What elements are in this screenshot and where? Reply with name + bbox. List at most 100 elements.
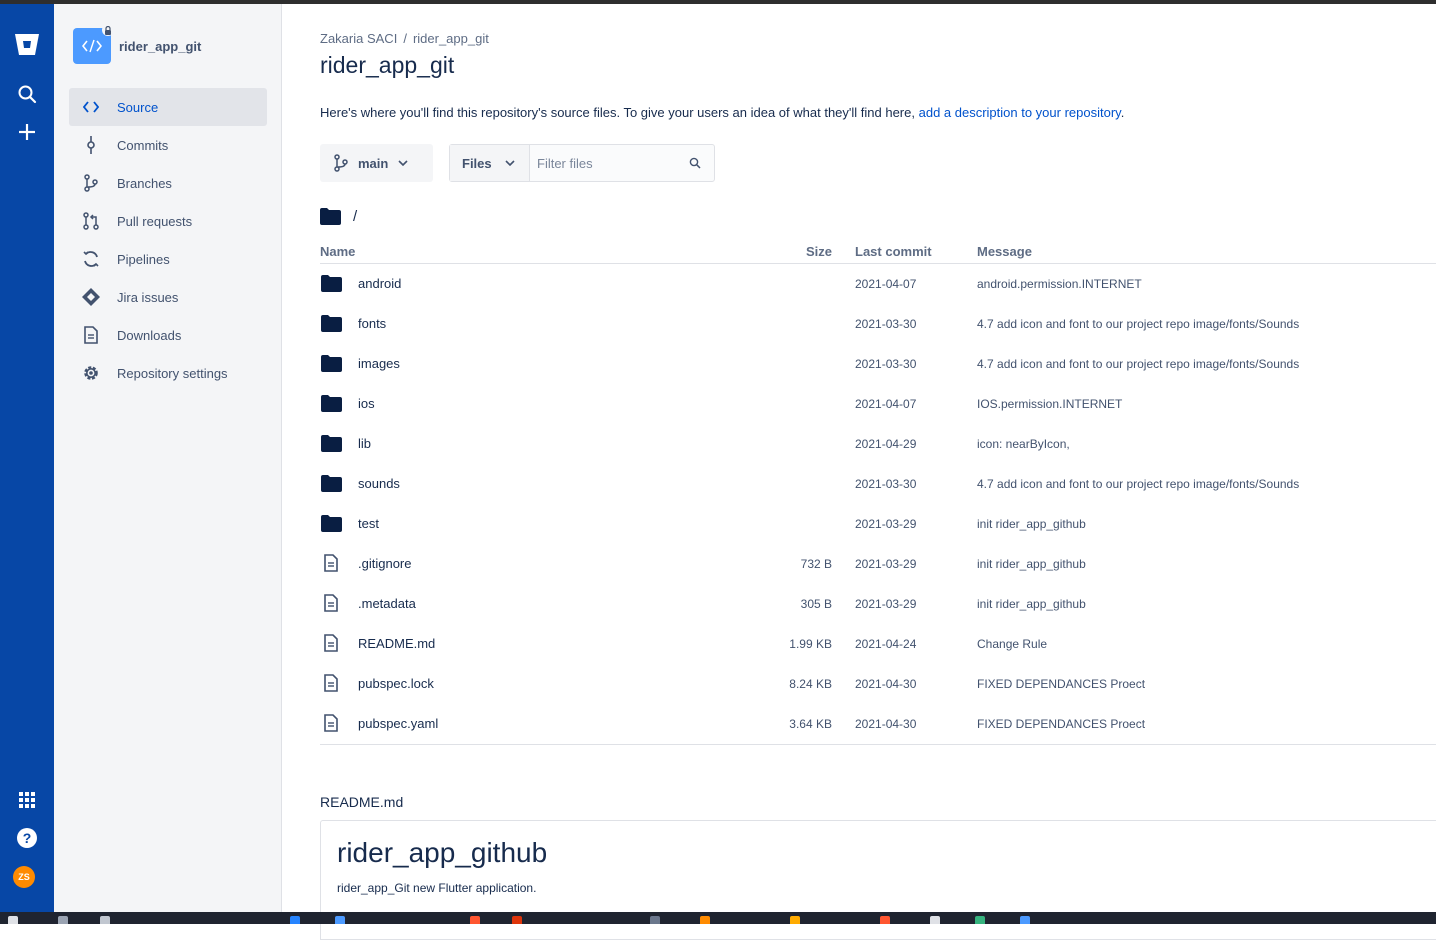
- sidebar-item-commits[interactable]: Commits: [69, 126, 267, 164]
- file-icon: [320, 593, 342, 613]
- help-icon[interactable]: ?: [11, 822, 43, 854]
- repo-name: rider_app_git: [119, 38, 202, 54]
- app-icon[interactable]: [700, 916, 710, 924]
- lock-icon: [102, 24, 114, 36]
- sidebar-item-repository-settings[interactable]: Repository settings: [69, 354, 267, 392]
- sidebar-item-label: Downloads: [117, 327, 182, 343]
- file-name-link[interactable]: lib: [358, 436, 371, 451]
- commit-message: init rider_app_github: [977, 557, 1086, 571]
- code-icon: [82, 98, 100, 116]
- sidebar-item-downloads[interactable]: Downloads: [69, 316, 267, 354]
- branch-icon: [334, 154, 348, 172]
- breadcrumb: Zakaria SACI / rider_app_git: [320, 31, 489, 46]
- table-row[interactable]: pubspec.yaml 3.64 KB 2021-04-30 FIXED DEPEN…: [320, 704, 1436, 744]
- file-name-link[interactable]: .metadata: [358, 596, 416, 611]
- file-name-link[interactable]: README.md: [358, 636, 435, 651]
- readme-heading: rider_app_github: [337, 837, 548, 868]
- branch-icon: [82, 174, 100, 192]
- table-row[interactable]: .gitignore 732 B 2021-03-29 init rider_app_…: [320, 544, 1436, 584]
- avatar[interactable]: ZS: [13, 866, 35, 888]
- breadcrumb-owner[interactable]: Zakaria SACI: [320, 31, 397, 46]
- sidebar-item-source[interactable]: Source: [69, 88, 267, 126]
- search-icon[interactable]: [11, 78, 43, 110]
- add-description-link[interactable]: add a description to your repository: [919, 105, 1121, 120]
- commit-message: 4.7 add icon and font to our project rep…: [977, 477, 1300, 491]
- column-size[interactable]: Size: [806, 244, 832, 259]
- column-last-commit[interactable]: Last commit: [855, 244, 932, 259]
- file-size: 1.99 KB: [789, 637, 832, 651]
- file-table: Name Size Last commit Message android 202…: [320, 240, 1436, 745]
- file-name-link[interactable]: pubspec.yaml: [358, 716, 438, 731]
- app-icon[interactable]: [790, 916, 800, 924]
- search-icon[interactable]: [689, 157, 701, 169]
- file-name-link[interactable]: pubspec.lock: [358, 676, 434, 691]
- file-name-link[interactable]: images: [358, 356, 400, 371]
- app-icon[interactable]: [975, 916, 985, 924]
- folder-icon: [320, 433, 342, 453]
- task-view-icon[interactable]: [100, 916, 110, 924]
- sidebar-item-pipelines[interactable]: Pipelines: [69, 240, 267, 278]
- filter-files-input[interactable]: [537, 155, 687, 171]
- last-commit-date: 2021-03-29: [855, 557, 917, 571]
- app-icon[interactable]: [290, 916, 300, 924]
- commit-message: icon: nearByIcon,: [977, 437, 1070, 451]
- jira-icon: [82, 288, 100, 306]
- files-type-select[interactable]: Files: [450, 145, 530, 181]
- gear-icon: [82, 364, 100, 382]
- file-size: 3.64 KB: [789, 717, 832, 731]
- table-row[interactable]: sounds 2021-03-30 4.7 add icon and font to…: [320, 464, 1436, 504]
- sidebar-item-branches[interactable]: Branches: [69, 164, 267, 202]
- commit-message: FIXED DEPENDANCES Proect: [977, 677, 1146, 691]
- column-message[interactable]: Message: [977, 244, 1032, 259]
- path-text: /: [353, 208, 358, 225]
- last-commit-date: 2021-04-29: [855, 437, 917, 451]
- last-commit-date: 2021-04-07: [855, 277, 917, 291]
- windows-icon[interactable]: [8, 916, 18, 924]
- search-icon[interactable]: [58, 916, 68, 924]
- app-icon[interactable]: [650, 916, 660, 924]
- table-row[interactable]: images 2021-03-30 4.7 add icon and font to…: [320, 344, 1436, 384]
- folder-icon: [320, 393, 342, 413]
- table-row[interactable]: README.md 1.99 KB 2021-04-24 Change Rule: [320, 624, 1436, 664]
- last-commit-date: 2021-03-29: [855, 597, 917, 611]
- column-name[interactable]: Name: [320, 244, 355, 259]
- app-icon[interactable]: [512, 916, 522, 924]
- breadcrumb-repo[interactable]: rider_app_git: [413, 31, 489, 46]
- table-row[interactable]: ios 2021-04-07 IOS.permission.INTERNET: [320, 384, 1436, 424]
- app-icon[interactable]: [470, 916, 480, 924]
- file-name-link[interactable]: test: [358, 516, 379, 531]
- intro-text-body: Here's where you'll find this repository…: [320, 105, 915, 120]
- readme-label: README.md: [320, 794, 404, 810]
- file-name-link[interactable]: ios: [358, 396, 375, 411]
- folder-icon: [320, 313, 342, 333]
- file-name-link[interactable]: .gitignore: [358, 556, 411, 571]
- chevron-down-icon: [505, 160, 515, 166]
- folder-icon: [320, 208, 341, 225]
- commit-message: Change Rule: [977, 637, 1048, 651]
- app-icon[interactable]: [880, 916, 890, 924]
- sidebar-item-pull-requests[interactable]: Pull requests: [69, 202, 267, 240]
- table-row[interactable]: test 2021-03-29 init rider_app_github: [320, 504, 1436, 544]
- grid-icon[interactable]: [11, 784, 43, 816]
- commit-message: 4.7 add icon and font to our project rep…: [977, 317, 1300, 331]
- table-row[interactable]: fonts 2021-03-30 4.7 add icon and font to …: [320, 304, 1436, 344]
- commit-icon: [82, 136, 100, 154]
- file-name-link[interactable]: fonts: [358, 316, 386, 331]
- file-size: 732 B: [800, 557, 832, 571]
- table-row[interactable]: pubspec.lock 8.24 KB 2021-04-30 FIXED DEPEN…: [320, 664, 1436, 704]
- table-row[interactable]: lib 2021-04-29 icon: nearByIcon,: [320, 424, 1436, 464]
- file-name-link[interactable]: sounds: [358, 476, 400, 491]
- app-icon[interactable]: [1020, 916, 1030, 924]
- file-name-link[interactable]: android: [358, 276, 401, 291]
- app-icon[interactable]: [930, 916, 940, 924]
- app-icon[interactable]: [335, 916, 345, 924]
- plus-icon[interactable]: [11, 116, 43, 148]
- repo-header[interactable]: rider_app_git: [73, 24, 202, 64]
- table-row[interactable]: .metadata 305 B 2021-03-29 init rider_app_g…: [320, 584, 1436, 624]
- bitbucket-logo-icon[interactable]: [11, 28, 43, 60]
- sidebar-item-jira-issues[interactable]: Jira issues: [69, 278, 267, 316]
- table-row[interactable]: android 2021-04-07 android.permission.INTE…: [320, 264, 1436, 304]
- file-icon: [320, 713, 342, 733]
- branch-selector[interactable]: main: [320, 144, 433, 182]
- document-icon: [82, 326, 100, 344]
